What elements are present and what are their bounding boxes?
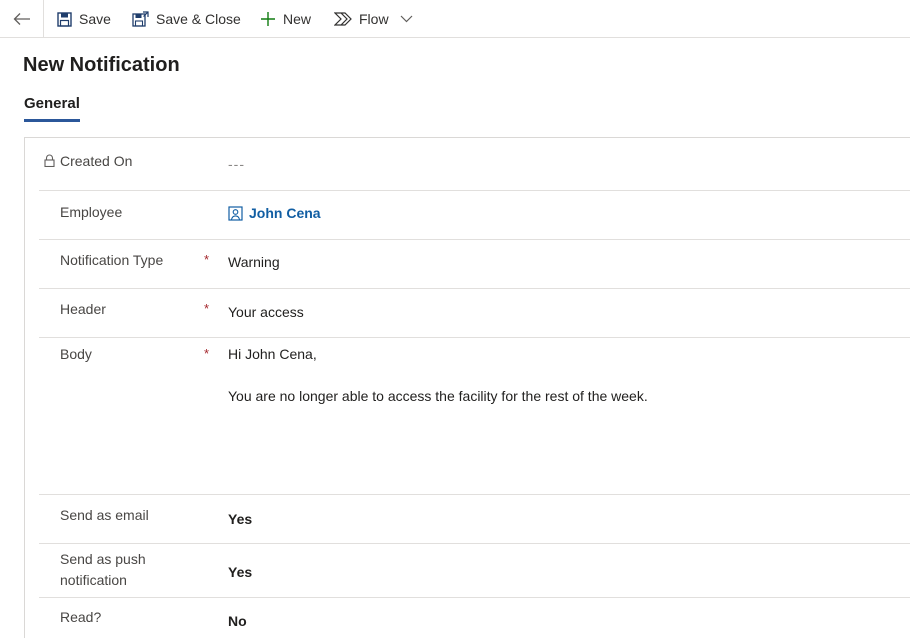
- field-send-as-push: Send as push notification Yes: [39, 544, 910, 598]
- flow-label: Flow: [359, 11, 389, 27]
- send-as-push-label-line2: notification: [60, 572, 127, 588]
- employee-value: John Cena: [249, 205, 321, 221]
- lock-icon: [44, 154, 55, 167]
- required-indicator: *: [204, 301, 210, 316]
- employee-lookup-link[interactable]: John Cena: [228, 203, 321, 223]
- field-send-as-email: Send as email Yes: [39, 495, 910, 544]
- new-button[interactable]: New: [260, 0, 311, 38]
- flow-menu-button[interactable]: [400, 0, 413, 38]
- required-indicator: *: [204, 252, 210, 267]
- floppy-disk-icon: [57, 11, 72, 27]
- read-label: Read?: [60, 609, 102, 625]
- header-value[interactable]: Your access: [228, 302, 304, 322]
- save-and-close-icon: [132, 11, 149, 27]
- command-bar: Save Save & Close New Flow: [0, 0, 910, 38]
- send-as-email-value[interactable]: Yes: [228, 509, 252, 529]
- created-on-label: Created On: [60, 153, 133, 169]
- field-read: Read? No: [39, 598, 910, 638]
- send-as-push-value[interactable]: Yes: [228, 562, 252, 582]
- save-and-close-label: Save & Close: [156, 11, 241, 27]
- flow-icon: [334, 12, 352, 26]
- field-notification-type: Notification Type * Warning: [39, 240, 910, 289]
- body-line-1: Hi John Cena,: [228, 346, 317, 362]
- send-as-push-label-line1: Send as push: [60, 551, 146, 567]
- employee-lookup[interactable]: John Cena: [228, 203, 321, 223]
- field-created-on: Created On ---: [39, 138, 910, 191]
- plus-icon: [261, 12, 275, 26]
- contact-card-icon: [228, 205, 243, 221]
- chevron-down-icon: [400, 15, 413, 23]
- field-employee: Employee John Cena: [39, 191, 910, 240]
- body-label: Body: [60, 346, 92, 362]
- arrow-left-icon: [13, 13, 30, 25]
- general-section: Created On --- Employee John Cena Notifi…: [24, 137, 910, 638]
- save-label: Save: [79, 11, 111, 27]
- header-label: Header: [60, 301, 106, 317]
- body-line-2: You are no longer able to access the fac…: [228, 388, 648, 404]
- field-body: Body * Hi John Cena, You are no longer a…: [39, 338, 910, 495]
- send-as-email-label: Send as email: [60, 507, 149, 523]
- tab-active-indicator: [24, 119, 80, 122]
- back-button[interactable]: [0, 0, 44, 38]
- required-indicator: *: [204, 346, 210, 361]
- created-on-value: ---: [228, 156, 245, 172]
- employee-label: Employee: [60, 204, 123, 220]
- body-textarea[interactable]: Hi John Cena, You are no longer able to …: [228, 344, 898, 406]
- notification-type-label: Notification Type: [60, 252, 164, 268]
- tab-general[interactable]: General: [24, 95, 80, 112]
- read-value[interactable]: No: [228, 611, 247, 631]
- flow-button[interactable]: Flow: [334, 0, 389, 38]
- notification-type-value[interactable]: Warning: [228, 252, 280, 272]
- save-and-close-button[interactable]: Save & Close: [132, 0, 241, 38]
- new-label: New: [283, 11, 312, 27]
- save-button[interactable]: Save: [57, 0, 111, 38]
- page-title: New Notification: [23, 54, 180, 76]
- field-header: Header * Your access: [39, 289, 910, 338]
